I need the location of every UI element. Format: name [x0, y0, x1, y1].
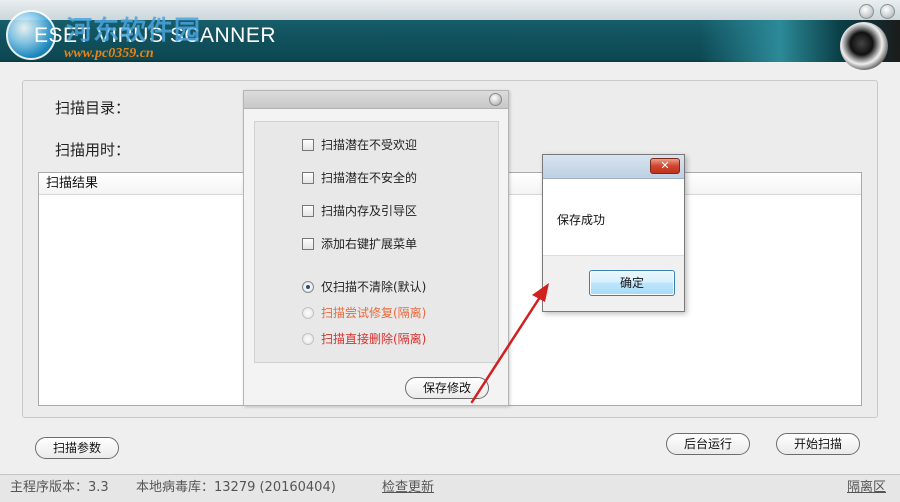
save-success-message-box: ✕ 保存成功 确定 [542, 154, 685, 312]
watermark-text: 河东软件园 [66, 16, 202, 46]
scan-options-dialog: 扫描潜在不受欢迎 扫描潜在不安全的 扫描内存及引导区 添加右键扩展菜单 仅扫描不… [243, 90, 509, 406]
status-bar: 主程序版本：3.3 本地病毒库：13279 (20160404) 检查更新 隔离… [0, 474, 900, 502]
eset-lens-graphic [840, 22, 888, 70]
option-label: 扫描内存及引导区 [321, 204, 418, 218]
checkbox-icon[interactable] [302, 205, 314, 217]
checkbox-icon[interactable] [302, 139, 314, 151]
option-checkbox-unwanted[interactable]: 扫描潜在不受欢迎 [302, 137, 417, 153]
message-close-button[interactable]: ✕ [650, 158, 680, 174]
radio-icon[interactable] [302, 333, 314, 345]
message-box-titlebar: ✕ [543, 155, 684, 179]
option-checkbox-unsafe[interactable]: 扫描潜在不安全的 [302, 170, 417, 186]
option-checkbox-context-menu[interactable]: 添加右键扩展菜单 [302, 236, 417, 252]
checkbox-icon[interactable] [302, 238, 314, 250]
virus-db-version: 本地病毒库：13279 (20160404) [136, 480, 336, 495]
scan-time-label: 扫描用时： [55, 141, 131, 159]
watermark-url: www.pc0359.cn [64, 46, 154, 61]
options-close-button[interactable] [489, 93, 502, 106]
option-radio-try-repair[interactable]: 扫描尝试修复(隔离) [302, 305, 426, 321]
option-label: 扫描潜在不受欢迎 [321, 138, 418, 152]
save-changes-button[interactable]: 保存修改 [405, 377, 489, 399]
checkbox-icon[interactable] [302, 172, 314, 184]
ok-button[interactable]: 确定 [589, 270, 675, 296]
minimize-button[interactable] [859, 4, 874, 19]
close-window-button[interactable] [880, 4, 895, 19]
quarantine-link[interactable]: 隔离区 [847, 475, 886, 501]
message-text: 保存成功 [557, 213, 606, 227]
scan-params-button[interactable]: 扫描参数 [35, 437, 119, 459]
scan-directory-label: 扫描目录： [55, 99, 131, 117]
radio-selected-icon[interactable] [302, 281, 314, 293]
option-label: 扫描直接删除(隔离) [321, 332, 427, 346]
option-radio-scan-only[interactable]: 仅扫描不清除(默认) [302, 279, 426, 295]
option-label: 仅扫描不清除(默认) [321, 280, 427, 294]
message-box-footer: 确定 [543, 255, 684, 311]
options-dialog-titlebar [244, 91, 508, 109]
check-update-link[interactable]: 检查更新 [382, 475, 434, 501]
option-label: 添加右键扩展菜单 [321, 237, 418, 251]
start-scan-button[interactable]: 开始扫描 [776, 433, 860, 455]
background-run-button[interactable]: 后台运行 [666, 433, 750, 455]
title-bar: ESET VIRUS SCANNER 河东软件园 www.pc0359.cn [0, 0, 900, 70]
program-version: 主程序版本：3.3 [10, 480, 109, 495]
radio-icon[interactable] [302, 307, 314, 319]
option-checkbox-memory-boot[interactable]: 扫描内存及引导区 [302, 203, 417, 219]
option-label: 扫描潜在不安全的 [321, 171, 418, 185]
option-radio-delete[interactable]: 扫描直接删除(隔离) [302, 331, 426, 347]
option-label: 扫描尝试修复(隔离) [321, 306, 427, 320]
